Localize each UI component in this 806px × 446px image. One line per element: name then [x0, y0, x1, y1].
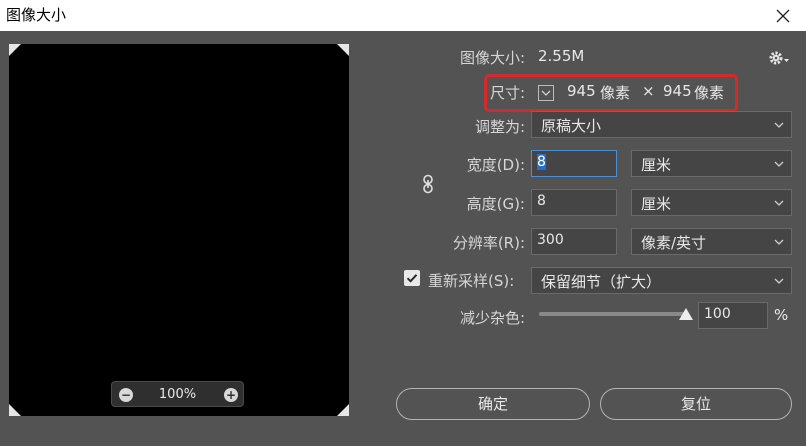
- image-size-value: 2.55M: [538, 47, 585, 65]
- chevron-down-icon: [774, 200, 784, 206]
- image-preview[interactable]: [9, 44, 349, 416]
- dimensions-width: 945: [567, 82, 596, 100]
- chevron-down-icon: [774, 278, 784, 284]
- chevron-down-icon: [774, 122, 784, 128]
- reduce-noise-unit: %: [774, 306, 789, 324]
- resolution-unit-dropdown[interactable]: 像素/英寸: [631, 228, 792, 255]
- resolution-value: 300: [537, 232, 564, 248]
- reduce-noise-slider-thumb[interactable]: [679, 308, 693, 320]
- dimensions-unit-dropdown[interactable]: [538, 85, 554, 101]
- title-bar: 图像大小: [0, 0, 806, 31]
- window-title: 图像大小: [6, 6, 67, 24]
- dimensions-times: ×: [642, 82, 655, 100]
- chevron-down-icon: [541, 90, 551, 96]
- dimensions-height: 945: [663, 82, 692, 100]
- reduce-noise-value: 100: [704, 306, 731, 322]
- link-icon: [423, 174, 433, 194]
- resample-method-value: 保留细节（扩大）: [541, 273, 662, 291]
- ok-button[interactable]: 确定: [396, 388, 590, 420]
- settings-button[interactable]: [768, 49, 790, 67]
- fit-to-dropdown[interactable]: 原稿大小: [531, 111, 792, 138]
- resample-method-dropdown[interactable]: 保留细节（扩大）: [531, 267, 792, 294]
- dimensions-height-unit: 像素: [694, 84, 725, 102]
- resolution-input[interactable]: 300: [531, 228, 617, 255]
- reduce-noise-label: 减少杂色:: [459, 309, 525, 327]
- height-input[interactable]: 8: [531, 189, 617, 216]
- height-unit-dropdown[interactable]: 厘米: [631, 189, 792, 216]
- resolution-label: 分辨率(R):: [452, 234, 525, 252]
- dimensions-label: 尺寸:: [489, 84, 525, 102]
- resolution-unit-value: 像素/英寸: [641, 234, 707, 252]
- gear-icon: [769, 51, 789, 65]
- reduce-noise-slider[interactable]: [539, 312, 685, 316]
- height-unit-value: 厘米: [641, 195, 672, 213]
- zoom-control: − 100% +: [111, 381, 244, 407]
- height-label: 高度(G):: [466, 195, 525, 213]
- reduce-noise-input[interactable]: 100: [698, 302, 768, 329]
- width-value: 8: [537, 154, 546, 170]
- resample-checkbox[interactable]: [404, 270, 420, 286]
- width-label: 宽度(D):: [466, 156, 525, 174]
- zoom-in-icon[interactable]: +: [224, 388, 238, 402]
- fit-to-value: 原稿大小: [541, 117, 602, 135]
- width-input[interactable]: 8: [531, 150, 617, 177]
- fit-to-label: 调整为:: [474, 118, 525, 136]
- constrain-proportions-toggle[interactable]: [422, 174, 434, 194]
- dimensions-width-unit: 像素: [600, 84, 631, 102]
- width-unit-dropdown[interactable]: 厘米: [631, 150, 792, 177]
- chevron-down-icon: [774, 239, 784, 245]
- checkmark-icon: [406, 274, 418, 283]
- height-value: 8: [537, 193, 546, 209]
- reset-button[interactable]: 复位: [600, 388, 792, 420]
- width-unit-value: 厘米: [641, 156, 672, 174]
- chevron-down-icon: [774, 161, 784, 167]
- close-button[interactable]: [760, 0, 806, 31]
- image-size-label: 图像大小:: [459, 49, 525, 67]
- close-icon: [776, 9, 790, 22]
- resample-label: 重新采样(S):: [428, 272, 515, 290]
